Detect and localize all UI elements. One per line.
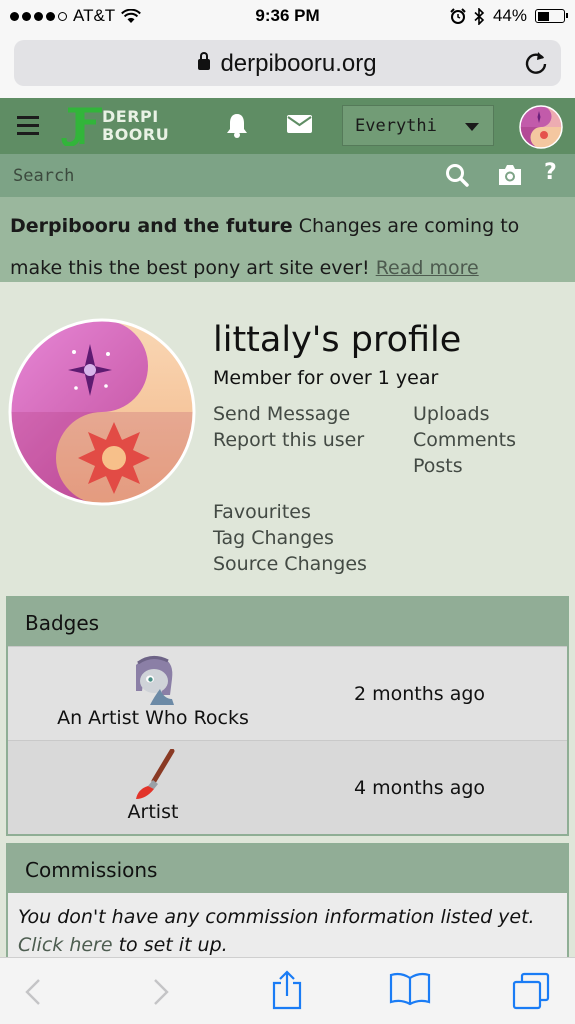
comments-link[interactable]: Comments xyxy=(413,429,516,451)
share-icon[interactable] xyxy=(271,970,303,1010)
help-icon[interactable]: ? xyxy=(544,160,557,185)
commission-info: You don't have any commission informatio… xyxy=(8,893,567,963)
favourites-link[interactable]: Favourites xyxy=(213,501,311,523)
site-header: DERPI BOORU Everythi xyxy=(0,98,575,154)
lock-icon xyxy=(198,52,211,70)
commission-setup-link[interactable]: Click here xyxy=(18,934,113,956)
search-icon[interactable] xyxy=(445,163,469,187)
battery-percent: 44% xyxy=(492,6,527,25)
messages-mail-icon[interactable] xyxy=(287,115,312,133)
profile-title: littaly's profile xyxy=(213,320,462,360)
logo-line1: DERPI xyxy=(102,107,159,126)
report-user-link[interactable]: Report this user xyxy=(213,429,364,451)
logo-mark xyxy=(61,107,102,146)
badge-name: An Artist Who Rocks xyxy=(57,707,249,729)
browser-chrome: derpibooru.org xyxy=(0,34,575,98)
status-bar: AT&T 9:36 PM 44% xyxy=(0,0,575,34)
bluetooth-icon xyxy=(474,7,485,25)
back-icon[interactable] xyxy=(24,978,42,1006)
maud-pie-badge-icon xyxy=(136,656,174,705)
logo-line2: BOORU xyxy=(102,125,170,144)
filter-label: Everythi xyxy=(355,116,437,136)
tabs-icon[interactable] xyxy=(512,972,550,1010)
camera-icon[interactable] xyxy=(497,164,523,186)
badge-row: Artist 4 months ago xyxy=(8,740,567,834)
member-since: Member for over 1 year xyxy=(213,367,439,389)
posts-link[interactable]: Posts xyxy=(413,455,463,477)
menu-icon[interactable] xyxy=(17,116,39,136)
alarm-icon xyxy=(450,8,466,24)
chevron-down-icon xyxy=(465,123,479,131)
read-more-link[interactable]: Read more xyxy=(376,257,479,279)
send-message-link[interactable]: Send Message xyxy=(213,403,350,425)
url-text: derpibooru.org xyxy=(220,50,377,77)
forward-icon[interactable] xyxy=(152,978,170,1006)
notifications-bell-icon[interactable] xyxy=(226,112,248,138)
user-avatar[interactable] xyxy=(519,105,563,149)
commission-text-suffix: to set it up. xyxy=(118,934,228,956)
tag-changes-link[interactable]: Tag Changes xyxy=(213,527,334,549)
site-logo[interactable]: DERPI BOORU xyxy=(58,106,178,146)
site-notice: Derpibooru and the future Changes are co… xyxy=(0,197,575,282)
badge-row: An Artist Who Rocks 2 months ago xyxy=(8,646,567,740)
commission-text: You don't have any commission informatio… xyxy=(18,906,535,928)
profile-avatar[interactable] xyxy=(6,316,198,508)
search-input[interactable] xyxy=(0,154,430,197)
notice-title: Derpibooru and the future xyxy=(10,215,293,237)
battery-icon xyxy=(535,9,568,23)
search-bar: ? xyxy=(0,154,575,197)
badges-block: Badges An Artist Who Rocks 2 months ago … xyxy=(6,596,569,836)
commissions-block: Commissions You don't have any commissio… xyxy=(6,843,569,965)
reload-icon[interactable] xyxy=(523,50,549,76)
badges-header: Badges xyxy=(8,598,567,646)
badge-time: 2 months ago xyxy=(354,683,486,705)
badge-name: Artist xyxy=(127,801,179,823)
bookmarks-icon[interactable] xyxy=(389,972,431,1006)
paintbrush-icon xyxy=(136,749,175,799)
address-bar[interactable]: derpibooru.org xyxy=(14,40,561,86)
commissions-header: Commissions xyxy=(8,845,567,893)
filter-select[interactable]: Everythi xyxy=(342,105,494,146)
source-changes-link[interactable]: Source Changes xyxy=(213,553,367,575)
browser-toolbar xyxy=(0,957,575,1024)
uploads-link[interactable]: Uploads xyxy=(413,403,489,425)
badge-time: 4 months ago xyxy=(354,777,486,799)
